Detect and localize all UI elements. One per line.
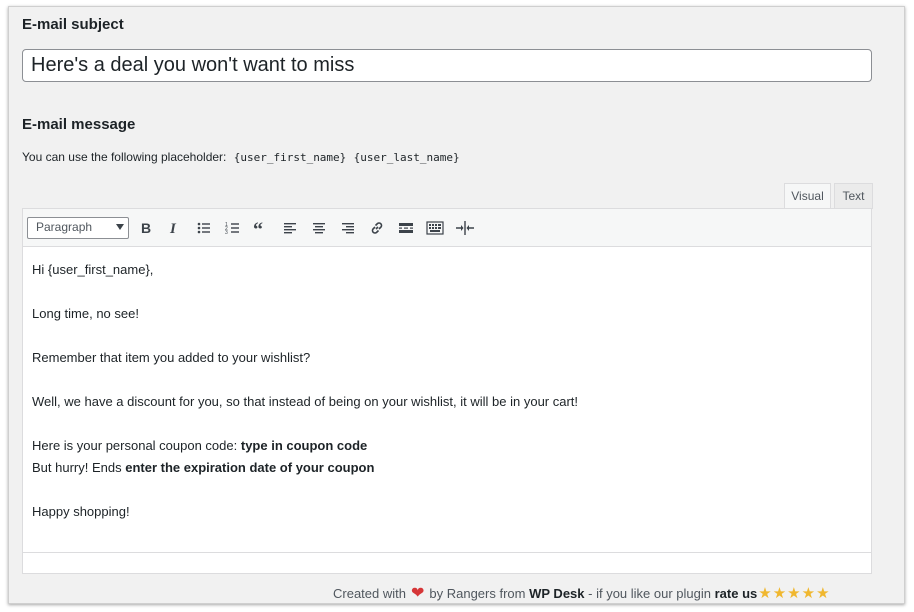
chevron-down-icon [116, 224, 124, 230]
rating-stars[interactable]: ★★★★★ [757, 585, 830, 602]
bullet-list-button[interactable] [192, 217, 216, 239]
rich-text-editor: Paragraph B I 123 “ Hi {user_first_name}… [22, 208, 872, 574]
numbered-list-button[interactable]: 123 [221, 217, 245, 239]
svg-text:3: 3 [225, 230, 228, 236]
align-right-button[interactable] [336, 217, 360, 239]
editor-toolbar: Paragraph B I 123 “ [23, 209, 871, 247]
blockquote-button[interactable]: “ [249, 217, 273, 239]
expiry-prefix: But hurry! Ends [32, 460, 126, 475]
fullscreen-icon [456, 221, 474, 235]
placeholder-last-name: {user_last_name} [353, 151, 460, 164]
italic-icon: I [169, 221, 177, 236]
align-left-icon [284, 223, 296, 234]
link-icon [371, 222, 383, 234]
read-more-icon [399, 223, 413, 233]
footer-created-with: Created with [333, 586, 406, 601]
tab-visual[interactable]: Visual [784, 183, 831, 209]
coupon-line: Here is your personal coupon code: type … [32, 435, 862, 457]
editor-content[interactable]: Hi {user_first_name}, Long time, no see!… [23, 247, 871, 553]
footer-brand-link[interactable]: WP Desk [529, 586, 584, 601]
footer-middle: - if you like our plugin [588, 586, 711, 601]
svg-text:“: “ [253, 220, 263, 236]
toolbar-toggle-icon [426, 221, 444, 235]
message-line-2: Long time, no see! [32, 306, 139, 321]
greeting-line: Hi {user_first_name}, [32, 262, 154, 277]
align-left-button[interactable] [278, 217, 302, 239]
bold-icon: B [141, 220, 151, 236]
read-more-button[interactable] [394, 217, 418, 239]
svg-text:I: I [169, 221, 177, 236]
expiry-line: But hurry! Ends enter the expiration dat… [32, 457, 862, 479]
align-center-button[interactable] [307, 217, 331, 239]
tab-text[interactable]: Text [834, 183, 873, 209]
coupon-code: type in coupon code [240, 438, 368, 453]
message-line-3: Remember that item you added to your wis… [32, 350, 311, 365]
expiry-date: enter the expiration date of your coupon [125, 460, 375, 475]
format-select[interactable]: Paragraph [27, 217, 129, 239]
message-line-4: Well, we have a discount for you, so tha… [32, 394, 579, 409]
footer-by: by Rangers from [429, 586, 526, 601]
bullet-list-icon [197, 222, 210, 234]
bold-button[interactable]: B [134, 217, 158, 239]
italic-button[interactable]: I [162, 217, 186, 239]
svg-text:B: B [141, 220, 151, 236]
star-icon: ★ [772, 585, 787, 602]
placeholder-hint: You can use the following placeholder: {… [22, 150, 460, 164]
hint-text: You can use the following placeholder: [22, 150, 227, 164]
fullscreen-button[interactable] [453, 217, 477, 239]
subject-label: E-mail subject [22, 16, 124, 33]
star-icon: ★ [816, 585, 830, 602]
settings-panel: E-mail subject E-mail message You can us… [8, 6, 905, 604]
placeholder-first-name: {user_first_name} [233, 151, 347, 164]
heart-icon: ❤ [410, 585, 425, 602]
star-icon: ★ [758, 585, 772, 602]
numbered-list-icon: 123 [225, 222, 239, 236]
star-icon: ★ [801, 585, 816, 602]
star-icon: ★ [787, 585, 801, 602]
link-button[interactable] [365, 217, 389, 239]
closing-line: Happy shopping! [32, 504, 130, 519]
align-center-icon [313, 223, 325, 234]
blockquote-icon: “ [253, 220, 263, 236]
format-select-value: Paragraph [36, 220, 93, 234]
subject-input[interactable] [22, 49, 872, 82]
message-label: E-mail message [22, 116, 136, 133]
coupon-prefix: Here is your personal coupon code: [32, 438, 241, 453]
toolbar-toggle-button[interactable] [423, 217, 447, 239]
rate-us-link[interactable]: rate us [715, 586, 758, 601]
align-right-icon [342, 223, 354, 234]
